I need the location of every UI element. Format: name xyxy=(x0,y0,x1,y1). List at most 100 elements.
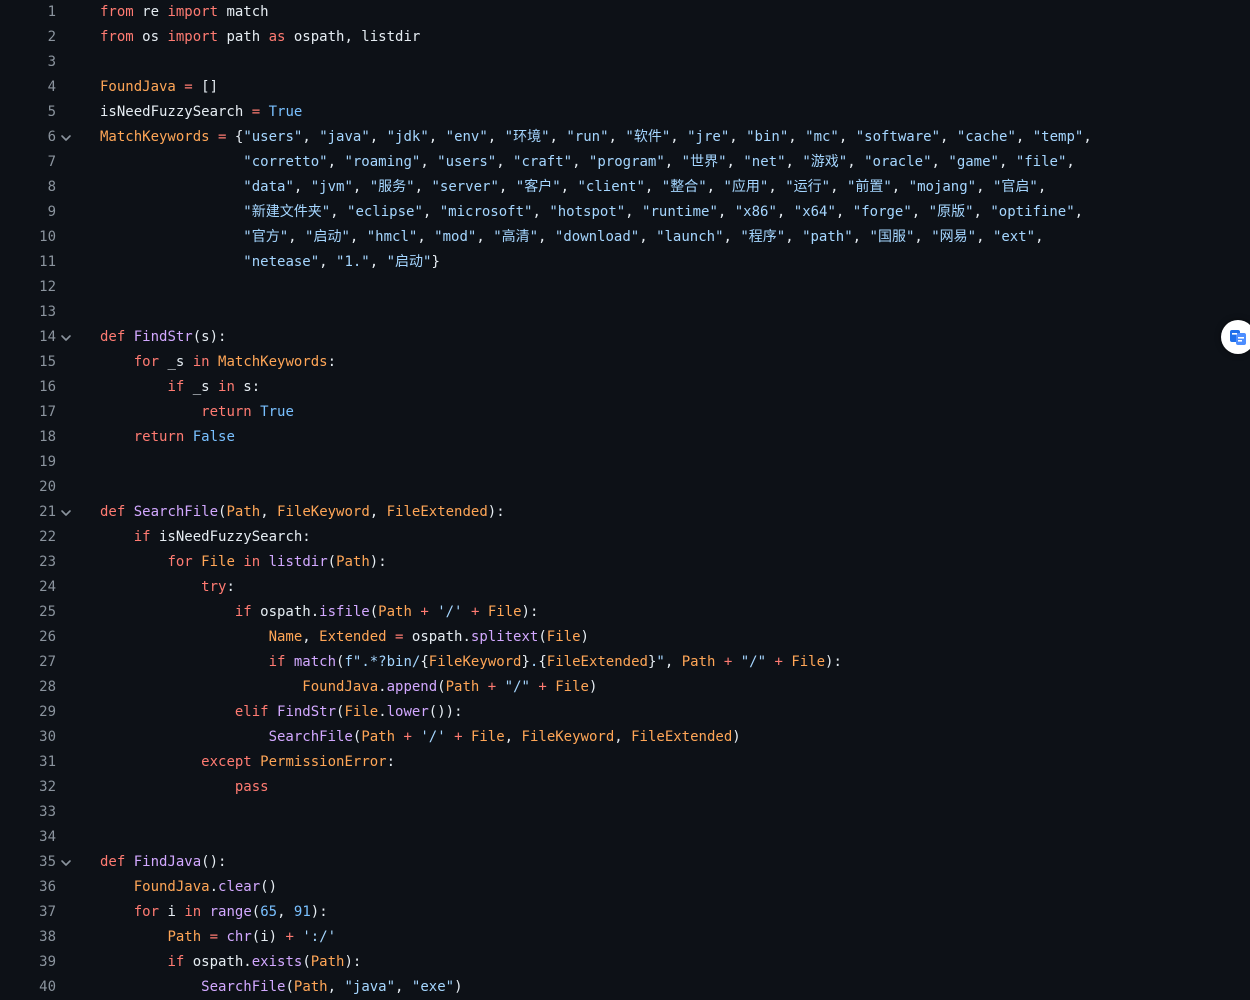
translate-widget-button[interactable] xyxy=(1221,320,1250,354)
code-line: 5 isNeedFuzzySearch = True xyxy=(0,100,1250,125)
line-number: 16 xyxy=(39,379,56,395)
code-token: append xyxy=(386,679,438,695)
code-token: exists xyxy=(251,954,303,970)
code-line: 9 "新建文件夹", "eclipse", "microsoft", "hots… xyxy=(0,200,1250,225)
code-token: , xyxy=(768,179,786,195)
code-token: , xyxy=(940,129,957,145)
line-number: 18 xyxy=(39,429,56,445)
code-token: "download" xyxy=(554,229,640,245)
code-token: Path xyxy=(293,979,328,995)
line-number: 17 xyxy=(39,404,56,420)
line-number: 7 xyxy=(47,154,56,170)
code-token: "hmcl" xyxy=(366,229,418,245)
code-token: SearchFile xyxy=(201,979,286,995)
code-token: , xyxy=(293,179,311,195)
fold-chevron-icon[interactable] xyxy=(60,507,72,519)
code-token: + xyxy=(420,604,429,620)
code-token: : xyxy=(327,354,337,370)
code-token: '/' xyxy=(420,729,446,745)
code-token: , xyxy=(976,229,993,245)
fold-chevron-icon[interactable] xyxy=(60,132,72,144)
code-token: , xyxy=(706,179,724,195)
code-token: SearchFile xyxy=(133,504,219,520)
code-token: Name xyxy=(268,629,303,645)
code-token: "microsoft" xyxy=(439,204,533,220)
code-token: ospath. xyxy=(251,604,320,620)
code-token: except xyxy=(201,754,252,770)
code-token: "网易" xyxy=(931,229,977,245)
code-token: + xyxy=(487,679,497,695)
code-token: "程序" xyxy=(740,229,786,245)
code-token: Path xyxy=(336,554,370,570)
code-token: , xyxy=(847,154,865,170)
code-token: '/' xyxy=(437,604,463,620)
code-token: "oracle" xyxy=(864,154,932,170)
code-token: { xyxy=(420,654,429,670)
code-token: , xyxy=(726,154,744,170)
code-token: "netease" xyxy=(243,254,320,270)
code-token: "应用" xyxy=(723,179,769,195)
code-token: "roaming" xyxy=(344,154,421,170)
fold-chevron-icon[interactable] xyxy=(60,332,72,344)
code-token: if xyxy=(167,379,185,395)
code-token: "optifine" xyxy=(990,204,1075,220)
code-token: FoundJava xyxy=(100,79,176,95)
code-token: , xyxy=(785,229,803,245)
code-line: 3 xyxy=(0,50,1250,75)
code-token: FileKeyword xyxy=(277,504,370,520)
code-token: in xyxy=(243,554,261,570)
code-token: FileExtended xyxy=(386,504,488,520)
code-token: if xyxy=(167,954,185,970)
code-line: 23 for File in listdir(Path): xyxy=(0,550,1250,575)
line-number: 35 xyxy=(39,854,56,870)
code-text: from re import match xyxy=(100,0,269,25)
code-token: ospath. xyxy=(184,954,252,970)
code-text: FoundJava.clear() xyxy=(100,875,277,900)
code-token: Path xyxy=(310,954,345,970)
line-number: 24 xyxy=(39,579,56,595)
code-text: "corretto", "roaming", "users", "craft",… xyxy=(100,150,1075,175)
code-token: , xyxy=(785,154,803,170)
code-line: 4 FoundJava = [] xyxy=(0,75,1250,100)
code-line: 38 Path = chr(i) + ':/' xyxy=(0,925,1250,950)
code-token: elif xyxy=(234,704,269,720)
code-token: , xyxy=(352,179,370,195)
code-token: ): xyxy=(825,654,842,670)
line-number: 27 xyxy=(39,654,56,670)
line-number: 6 xyxy=(47,129,56,145)
code-token: range xyxy=(209,904,252,920)
code-token: ) xyxy=(580,629,589,645)
code-token: ( xyxy=(251,904,261,920)
code-token: { xyxy=(538,654,547,670)
code-token: , xyxy=(931,154,949,170)
code-token: "hotspot" xyxy=(549,204,626,220)
code-token: , xyxy=(504,729,522,745)
code-token: (): xyxy=(201,854,227,870)
code-token: "file" xyxy=(1015,154,1067,170)
code-token: if xyxy=(234,604,252,620)
line-number: 21 xyxy=(39,504,56,520)
code-line: 39 if ospath.exists(Path): xyxy=(0,950,1250,975)
code-token: if xyxy=(133,529,151,545)
code-token: chr xyxy=(226,929,252,945)
code-token: 91 xyxy=(293,904,311,920)
code-line: 32 pass xyxy=(0,775,1250,800)
code-token: , xyxy=(327,979,345,995)
fold-chevron-icon[interactable] xyxy=(60,857,72,869)
code-text: if ospath.exists(Path): xyxy=(100,950,361,975)
code-token: listdir xyxy=(268,554,328,570)
code-line: 30 SearchFile(Path + '/' + File, FileKey… xyxy=(0,725,1250,750)
code-token: ospath. xyxy=(403,629,471,645)
code-token: "服务" xyxy=(369,179,415,195)
